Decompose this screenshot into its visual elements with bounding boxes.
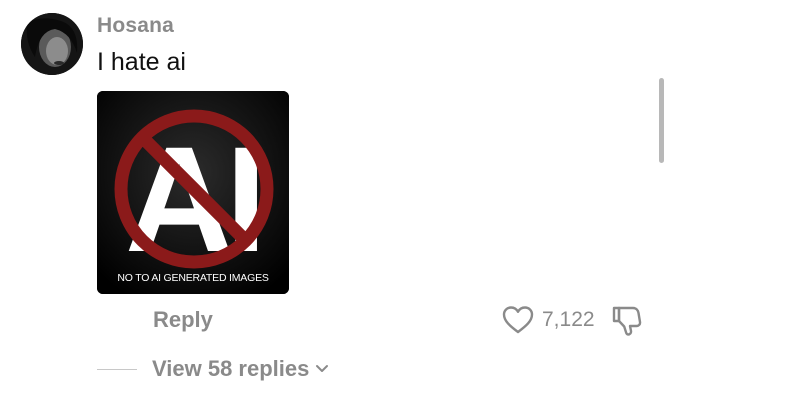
thumbs-down-outline-icon bbox=[612, 306, 642, 336]
view-replies-button[interactable]: View 58 replies bbox=[152, 356, 329, 382]
replies-divider bbox=[97, 369, 137, 370]
scrollbar-thumb[interactable] bbox=[659, 78, 664, 163]
chevron-down-icon bbox=[316, 365, 329, 372]
like-count: 7,122 bbox=[542, 308, 595, 331]
view-replies-label: View 58 replies bbox=[152, 356, 310, 381]
like-button[interactable]: 7,122 bbox=[502, 304, 595, 336]
comment-text: I hate ai bbox=[97, 48, 186, 76]
image-caption: NO TO AI GENERATED IMAGES bbox=[117, 272, 269, 284]
dislike-button[interactable] bbox=[611, 304, 645, 336]
no-ai-image: AI NO TO AI GENERATED IMAGES bbox=[97, 91, 289, 294]
comment-image[interactable]: AI NO TO AI GENERATED IMAGES bbox=[97, 91, 289, 294]
avatar-image bbox=[21, 13, 83, 75]
avatar[interactable] bbox=[21, 13, 83, 75]
comment-username[interactable]: Hosana bbox=[97, 14, 174, 38]
reply-button[interactable]: Reply bbox=[153, 307, 213, 333]
heart-outline-icon bbox=[502, 306, 534, 334]
